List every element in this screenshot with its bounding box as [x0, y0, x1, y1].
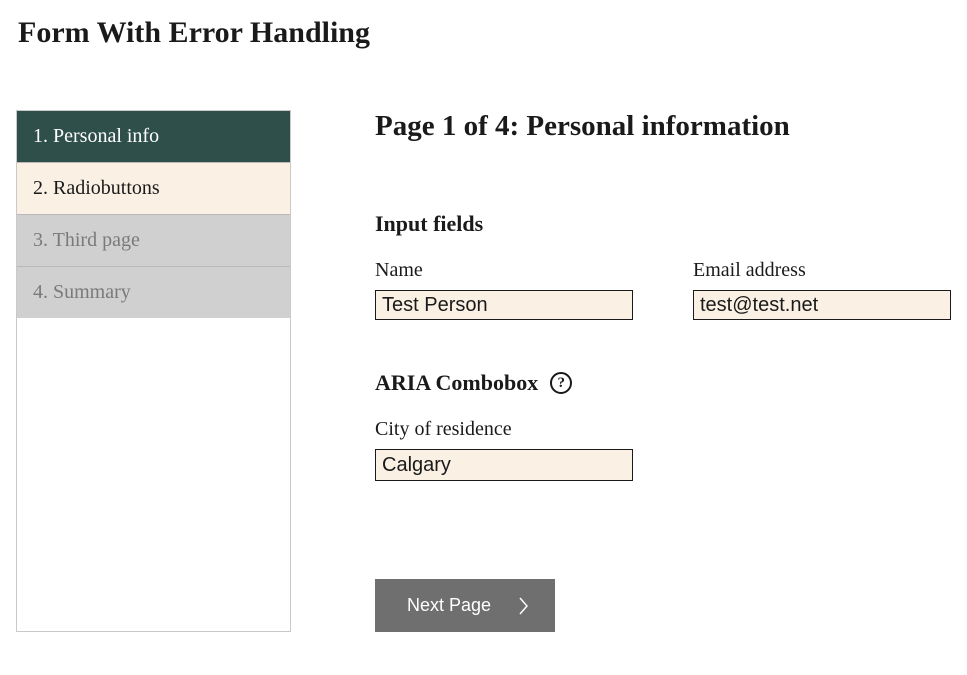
step-personal-info[interactable]: 1. Personal info: [17, 111, 290, 163]
step-third-page: 3. Third page: [17, 215, 290, 267]
layout: 1. Personal info 2. Radiobuttons 3. Thir…: [16, 110, 951, 632]
page-title: Form With Error Handling: [18, 16, 951, 50]
main-content: Page 1 of 4: Personal information Input …: [375, 110, 951, 632]
wizard-steps-sidebar: 1. Personal info 2. Radiobuttons 3. Thir…: [16, 110, 291, 632]
name-input[interactable]: [375, 290, 633, 320]
email-input[interactable]: [693, 290, 951, 320]
help-icon[interactable]: ?: [550, 372, 572, 394]
city-combobox[interactable]: [375, 449, 633, 481]
name-field-group: Name: [375, 259, 633, 320]
email-field-group: Email address: [693, 259, 951, 320]
input-fields-section-title: Input fields: [375, 211, 951, 237]
next-page-button-label: Next Page: [407, 595, 491, 616]
form-page-heading: Page 1 of 4: Personal information: [375, 110, 951, 143]
next-page-button[interactable]: Next Page: [375, 579, 555, 632]
name-label: Name: [375, 259, 633, 282]
city-field-group: City of residence: [375, 418, 951, 481]
chevron-right-icon: [519, 596, 529, 616]
step-summary: 4. Summary: [17, 267, 290, 318]
combobox-section-title: ARIA Combobox ?: [375, 370, 951, 396]
step-radiobuttons[interactable]: 2. Radiobuttons: [17, 163, 290, 215]
combobox-section-label: ARIA Combobox: [375, 370, 538, 396]
email-label: Email address: [693, 259, 951, 282]
city-label: City of residence: [375, 418, 951, 441]
input-fields-row: Name Email address: [375, 259, 951, 320]
